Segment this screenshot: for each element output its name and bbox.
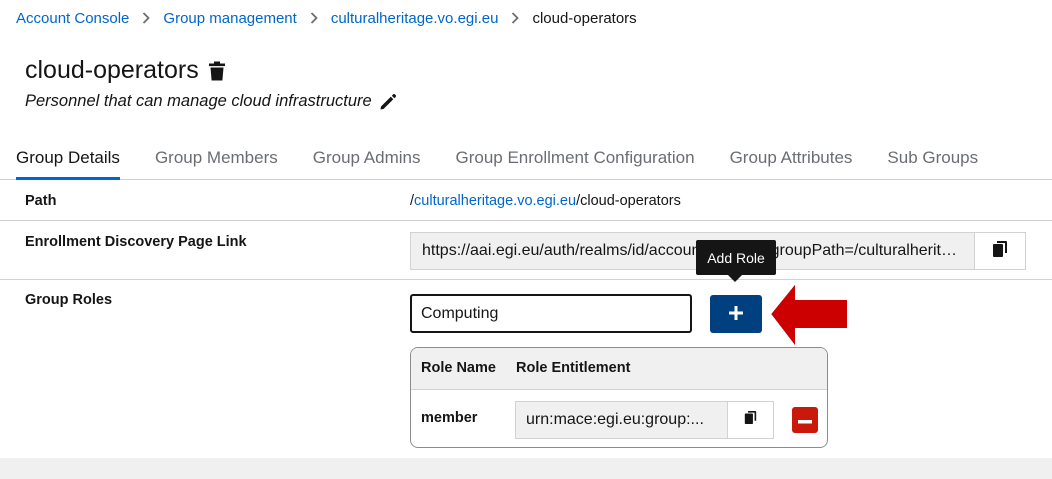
enrollment-label: Enrollment Discovery Page Link [25,234,247,250]
role-entitlement-input[interactable]: urn:mace:egi.eu:group:... [516,402,727,438]
tab-group-members[interactable]: Group Members [155,138,278,179]
chevron-right-icon [142,12,151,24]
breadcrumb: Account Console Group management cultura… [16,8,637,28]
tab-group-enrollment-configuration[interactable]: Group Enrollment Configuration [456,138,695,179]
roles-table-header: Role Name Role Entitlement [411,348,827,390]
table-row: member urn:mace:egi.eu:group:... [411,390,827,447]
minus-icon [798,411,812,429]
description-row: Personnel that can manage cloud infrastr… [25,92,397,111]
path-label: Path [25,193,57,209]
arrow-left-icon [768,279,850,357]
role-name-cell: member [421,410,478,426]
remove-role-button[interactable] [792,407,818,433]
path-parent-link[interactable]: culturalheritage.vo.egi.eu [414,193,576,209]
breadcrumb-account-console[interactable]: Account Console [16,10,129,27]
page-title: cloud-operators [25,56,199,84]
tab-bar: Group Details Group Members Group Admins… [0,138,1052,180]
copy-icon [744,410,757,430]
enrollment-row: Enrollment Discovery Page Link https://a… [0,221,1052,280]
trash-icon[interactable] [208,61,226,81]
path-value: /culturalheritage.vo.egi.eu/cloud-operat… [410,193,681,209]
tab-group-admins[interactable]: Group Admins [313,138,421,179]
chevron-right-icon [511,12,520,24]
title-row: cloud-operators [25,56,226,85]
roles-table: Role Name Role Entitlement member urn:ma… [410,347,828,448]
path-row: Path /culturalheritage.vo.egi.eu/cloud-o… [0,180,1052,221]
role-name-input[interactable] [410,294,692,333]
breadcrumb-group-management[interactable]: Group management [163,10,296,27]
breadcrumb-parent-group[interactable]: culturalheritage.vo.egi.eu [331,10,499,27]
path-suffix: /cloud-operators [576,193,681,209]
page-footer-band [0,458,1052,479]
column-header-role-name: Role Name [421,360,496,376]
pencil-icon[interactable] [379,93,397,111]
tab-group-attributes[interactable]: Group Attributes [730,138,853,179]
role-entitlement-field: urn:mace:egi.eu:group:... [515,401,774,439]
tab-group-details[interactable]: Group Details [16,138,120,180]
page-description: Personnel that can manage cloud infrastr… [25,92,372,110]
copy-enrollment-link-button[interactable] [974,233,1025,269]
chevron-right-icon [310,12,318,24]
breadcrumb-current: cloud-operators [532,9,637,27]
copy-entitlement-button[interactable] [727,402,773,438]
group-roles-label: Group Roles [25,292,113,308]
add-role-tooltip: Add Role [696,240,776,282]
tab-sub-groups[interactable]: Sub Groups [887,138,978,179]
add-role-button[interactable] [710,295,762,333]
copy-icon [992,240,1008,263]
page: Account Console Group management cultura… [0,0,1052,479]
plus-icon [728,305,744,324]
enrollment-link-input[interactable]: https://aai.egi.eu/auth/realms/id/accoun… [411,233,975,269]
column-header-role-entitlement: Role Entitlement [516,360,631,376]
